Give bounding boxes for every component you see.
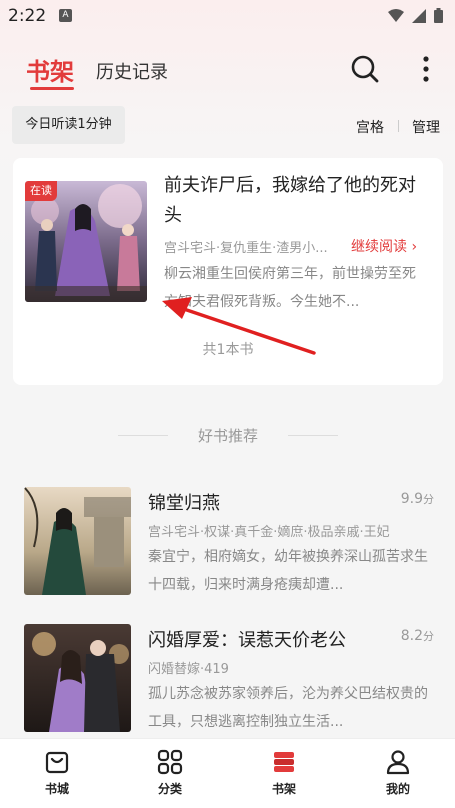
score-unit: 分: [423, 493, 434, 506]
bookshelf-icon: [274, 752, 294, 772]
signal-icon: [412, 8, 426, 23]
manage-button[interactable]: 管理: [412, 117, 440, 137]
app-notification-icon: A: [59, 9, 72, 22]
battery-icon: [434, 8, 443, 23]
status-bar: 2:22 A: [0, 0, 455, 32]
nav-label-category: 分类: [157, 782, 182, 796]
nav-label-profile: 我的: [385, 782, 410, 796]
active-tab-indicator: [30, 87, 74, 90]
nav-item-profile[interactable]: 我的: [368, 749, 428, 797]
divider-line-right: [288, 435, 338, 436]
continue-reading-button[interactable]: 继续阅读 ›: [351, 236, 417, 256]
recommend-tags: 闪婚替嫁·419: [148, 662, 229, 677]
recommend-description: 秦宜宁，相府嫡女，幼年被换养深山孤苦求生十四载，归来时满身疮痍却遭...: [148, 549, 428, 593]
category-grid-icon: [157, 749, 183, 775]
reading-badge: 在读: [25, 181, 57, 201]
book-title[interactable]: 前夫诈尸后，我嫁给了他的死对头: [164, 171, 426, 231]
recommend-description: 孤儿苏念被苏家领养后，沦为养父巴结权贵的工具，只想逃离控制独立生活...: [148, 686, 428, 730]
annotation-arrow-icon: [162, 297, 316, 355]
profile-icon: [386, 750, 410, 775]
recommend-tags: 宫斗宅斗·权谋·真千金·嫡庶·极品亲戚·王妃: [148, 525, 390, 540]
chevron-right-icon: ›: [411, 239, 418, 255]
wifi-icon: [388, 8, 404, 22]
status-indicators: [388, 8, 443, 23]
nav-label-store: 书城: [44, 782, 69, 796]
recommend-title[interactable]: 闪婚厚爱：误惹天价老公: [148, 626, 346, 652]
search-icon[interactable]: [350, 54, 380, 84]
recommend-score: 8.2分: [401, 628, 434, 644]
book-tags: 宫斗宅斗·复仇重生·渣男小...: [164, 241, 328, 256]
recommend-section-header: 好书推荐: [118, 425, 338, 445]
nav-label-bookshelf: 书架: [271, 782, 296, 796]
score-value: 8.2: [400, 628, 423, 644]
recommend-item[interactable]: 锦堂归燕 9.9分 宫斗宅斗·权谋·真千金·嫡庶·极品亲戚·王妃 秦宜宁，相府嫡…: [24, 487, 434, 595]
status-time: 2:22: [8, 6, 47, 26]
header: 书架 历史记录: [0, 46, 455, 90]
score-unit: 分: [423, 630, 434, 643]
tab-bookshelf[interactable]: 书架: [26, 52, 74, 87]
bottom-navigation: 书城 分类 书架 我的: [0, 738, 455, 808]
book-cover[interactable]: 在读: [25, 181, 147, 302]
recommend-item[interactable]: 闪婚厚爱：误惹天价老公 8.2分 闪婚替嫁·419 孤儿苏念被苏家领养后，沦为养…: [24, 624, 434, 732]
book-cover[interactable]: [24, 624, 131, 732]
score-value: 9.9: [400, 491, 423, 507]
recommend-score: 9.9分: [401, 491, 434, 507]
listen-time-chip[interactable]: 今日听读1分钟: [12, 106, 125, 144]
book-cover-image: [24, 487, 131, 595]
more-vertical-icon[interactable]: [418, 54, 434, 84]
recommend-title[interactable]: 锦堂归燕: [148, 489, 220, 515]
book-cover[interactable]: [24, 487, 131, 595]
nav-item-category[interactable]: 分类: [140, 749, 200, 797]
tab-history[interactable]: 历史记录: [96, 58, 168, 84]
book-cover-image: [24, 624, 131, 732]
nav-item-store[interactable]: 书城: [27, 749, 87, 797]
continue-reading-label: 继续阅读: [351, 239, 407, 255]
store-bag-icon: [45, 751, 69, 774]
grid-view-button[interactable]: 宫格: [356, 117, 384, 137]
toolbar-divider: [398, 120, 399, 132]
nav-item-bookshelf[interactable]: 书架: [254, 749, 314, 797]
